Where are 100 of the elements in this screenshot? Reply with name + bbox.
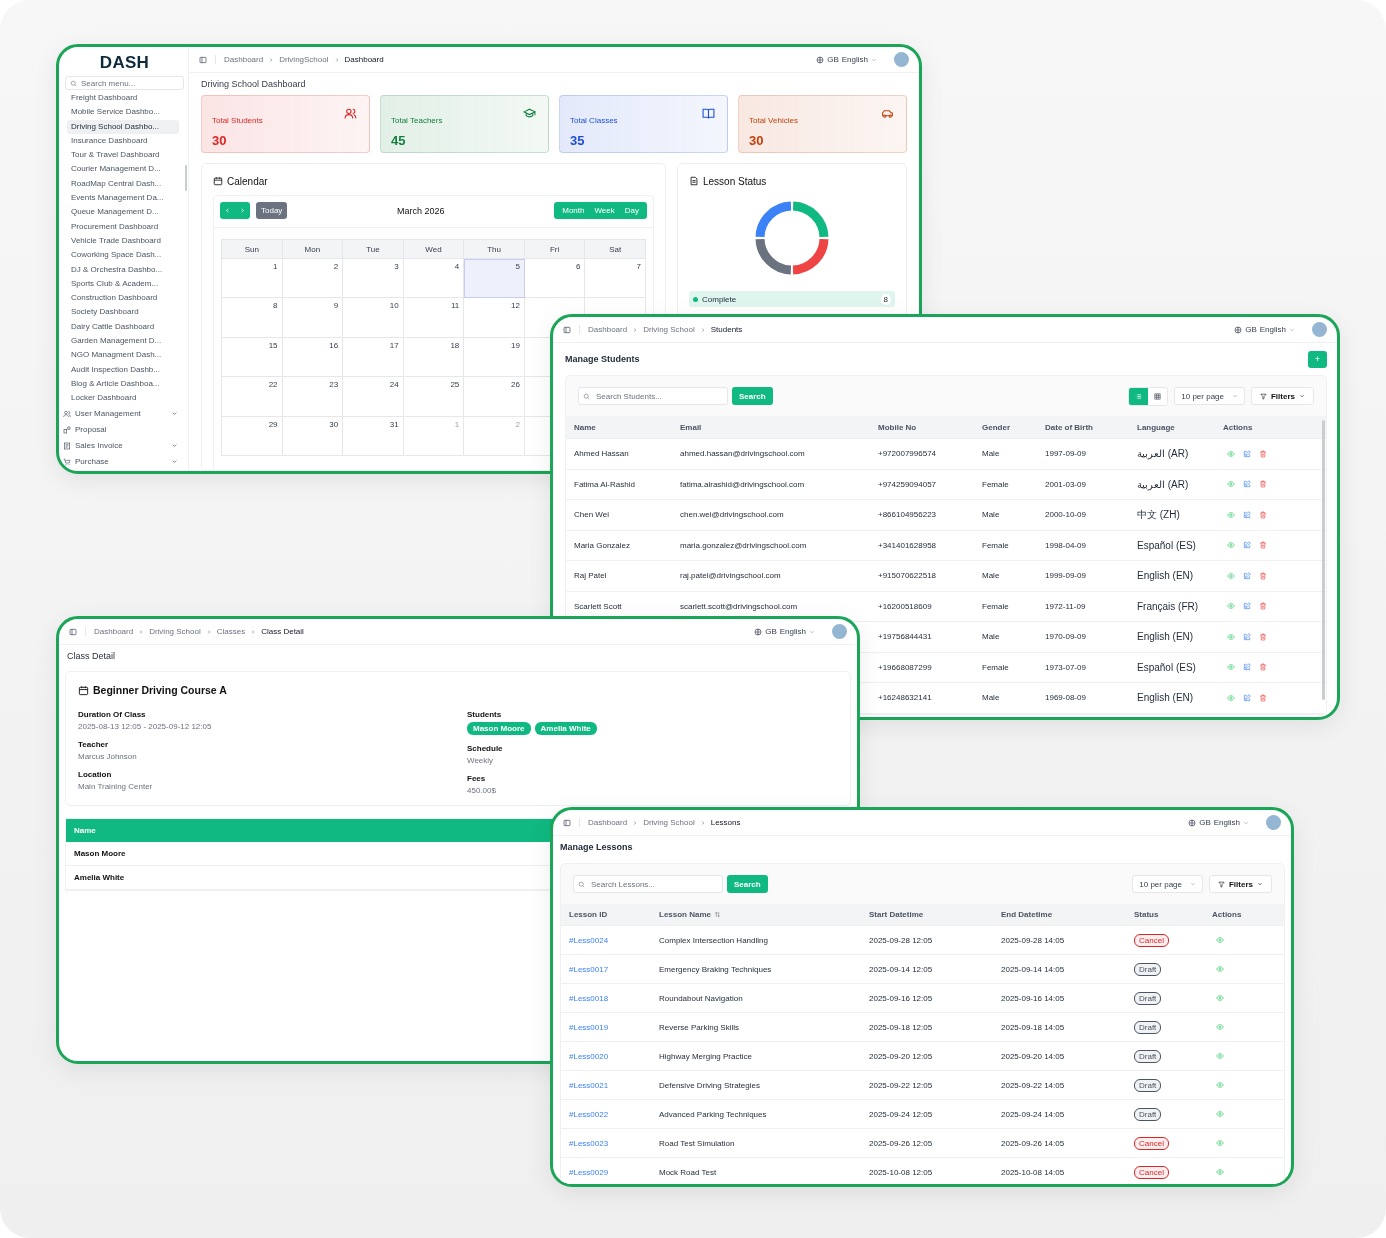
sidebar-toggle-icon[interactable] <box>563 818 571 827</box>
breadcrumb-link[interactable]: Class Detail <box>261 627 304 636</box>
breadcrumb-link[interactable]: Driving School <box>643 325 695 334</box>
lesson-id-link[interactable]: #Less0022 <box>569 1109 609 1119</box>
language-selector[interactable]: English <box>841 55 868 64</box>
sort-icon[interactable] <box>714 911 722 918</box>
edit-icon[interactable] <box>1243 632 1251 641</box>
per-page-select[interactable]: 10 per page <box>1174 387 1245 405</box>
lesson-id-link[interactable]: #Less0017 <box>569 964 609 974</box>
scrollbar[interactable] <box>1322 420 1325 700</box>
view-icon[interactable] <box>1227 541 1235 550</box>
filters-button[interactable]: Filters <box>1209 875 1272 893</box>
menu-item[interactable]: RoadMap Central Dash... <box>67 176 179 192</box>
delete-icon[interactable] <box>1259 480 1267 489</box>
menu-group-item[interactable]: Proposal <box>63 421 184 438</box>
scrollbar[interactable] <box>185 165 187 191</box>
menu-item[interactable]: Construction Dashboard <box>67 291 179 306</box>
edit-icon[interactable] <box>1243 663 1251 672</box>
avatar[interactable] <box>832 624 847 639</box>
view-icon[interactable] <box>1227 571 1235 580</box>
delete-icon[interactable] <box>1259 602 1267 611</box>
view-icon[interactable] <box>1227 602 1235 611</box>
lesson-id-link[interactable]: #Less0020 <box>569 1051 609 1061</box>
view-icon[interactable] <box>1227 480 1235 489</box>
breadcrumb-link[interactable]: Dashboard <box>588 325 628 334</box>
view-icon[interactable] <box>1216 1168 1224 1176</box>
edit-icon[interactable] <box>1243 480 1251 489</box>
avatar[interactable] <box>1312 322 1327 337</box>
menu-item[interactable]: Queue Management D... <box>67 205 179 220</box>
view-icon[interactable] <box>1227 663 1235 672</box>
menu-item[interactable]: Dairy Cattle Dashboard <box>67 319 179 335</box>
view-icon[interactable] <box>1216 1052 1224 1060</box>
edit-icon[interactable] <box>1243 449 1251 458</box>
breadcrumb-link[interactable]: Driving School <box>149 627 201 636</box>
lesson-id-link[interactable]: #Less0023 <box>569 1138 609 1148</box>
menu-item[interactable]: Locker Dashboard <box>67 391 179 406</box>
menu-item[interactable]: Procurement Dashboard <box>67 219 179 234</box>
menu-item[interactable]: Sports Club & Academ... <box>67 276 179 292</box>
edit-icon[interactable] <box>1243 541 1251 550</box>
delete-icon[interactable] <box>1259 693 1267 702</box>
menu-item[interactable]: Freight Dashboard <box>67 91 179 106</box>
sidebar-toggle-icon[interactable] <box>563 325 571 334</box>
view-icon[interactable] <box>1227 449 1235 458</box>
language-selector[interactable]: English <box>779 627 806 636</box>
today-cell[interactable]: 5 <box>464 259 525 299</box>
view-icon[interactable] <box>1216 1110 1224 1118</box>
sidebar-toggle-icon[interactable] <box>69 627 77 636</box>
delete-icon[interactable] <box>1259 541 1267 550</box>
menu-item[interactable]: Events Management Da... <box>67 191 179 206</box>
delete-icon[interactable] <box>1259 663 1267 672</box>
menu-item[interactable]: DJ & Orchestra Dashbo... <box>67 262 179 277</box>
menu-item[interactable]: Driving School Dashbo... <box>67 119 179 134</box>
delete-icon[interactable] <box>1259 449 1267 458</box>
view-icon[interactable] <box>1227 510 1235 519</box>
breadcrumb-link[interactable]: Driving School <box>643 818 695 827</box>
menu-item[interactable]: Society Dashboard <box>67 305 179 320</box>
view-icon[interactable] <box>1216 1023 1224 1031</box>
sidebar-toggle-icon[interactable] <box>199 55 207 64</box>
delete-icon[interactable] <box>1259 632 1267 641</box>
avatar[interactable] <box>894 52 909 67</box>
menu-group-item[interactable]: Sales Invoice <box>63 437 184 454</box>
lesson-id-link[interactable]: #Less0029 <box>569 1167 609 1177</box>
breadcrumb-link[interactable]: Dashboard <box>344 55 384 64</box>
breadcrumb-link[interactable]: Students <box>710 325 743 334</box>
menu-group-item[interactable]: Purchase <box>63 453 184 470</box>
menu-item[interactable]: Courier Management D... <box>67 162 179 177</box>
view-icon[interactable] <box>1216 994 1224 1002</box>
menu-item[interactable]: Vehicle Trade Dashboard <box>67 233 179 249</box>
per-page-select[interactable]: 10 per page <box>1132 875 1203 893</box>
breadcrumb-link[interactable]: Dashboard <box>224 55 264 64</box>
search-field[interactable]: Search menu... <box>65 76 184 90</box>
view-icon[interactable] <box>1227 632 1235 641</box>
language-selector[interactable]: English <box>1213 818 1240 827</box>
lesson-id-link[interactable]: #Less0019 <box>569 1022 609 1032</box>
view-icon[interactable] <box>1216 936 1224 944</box>
edit-icon[interactable] <box>1243 602 1251 611</box>
language-selector[interactable]: English <box>1259 325 1286 334</box>
menu-item[interactable]: Garden Management D... <box>67 334 179 349</box>
search-field[interactable]: Search Lessons... <box>573 875 723 893</box>
menu-item[interactable]: Audit Inspection Dashb... <box>67 362 179 377</box>
list-view-button[interactable] <box>1129 387 1149 405</box>
today-button[interactable]: Today <box>256 202 288 219</box>
breadcrumb-link[interactable]: Dashboard <box>588 818 628 827</box>
search-field[interactable]: Search Students... <box>578 387 728 405</box>
menu-item[interactable]: Insurance Dashboard <box>67 133 179 149</box>
breadcrumb-link[interactable]: Lessons <box>710 818 741 827</box>
avatar[interactable] <box>1266 815 1281 830</box>
menu-item[interactable]: NGO Managment Dash... <box>67 348 179 363</box>
edit-icon[interactable] <box>1243 510 1251 519</box>
menu-item[interactable]: Coworking Space Dash... <box>67 248 179 263</box>
delete-icon[interactable] <box>1259 510 1267 519</box>
menu-group-item[interactable]: User Management <box>63 405 184 422</box>
menu-item[interactable]: Mobile Service Dashbo... <box>67 105 179 120</box>
lesson-id-link[interactable]: #Less0024 <box>569 935 609 945</box>
edit-icon[interactable] <box>1243 693 1251 702</box>
breadcrumb-link[interactable]: Dashboard <box>94 627 134 636</box>
menu-item[interactable]: Tour & Travel Dashboard <box>67 148 179 163</box>
view-icon[interactable] <box>1227 693 1235 702</box>
breadcrumb-link[interactable]: Classes <box>216 627 246 636</box>
menu-item[interactable]: Blog & Article Dashboa... <box>67 376 179 392</box>
